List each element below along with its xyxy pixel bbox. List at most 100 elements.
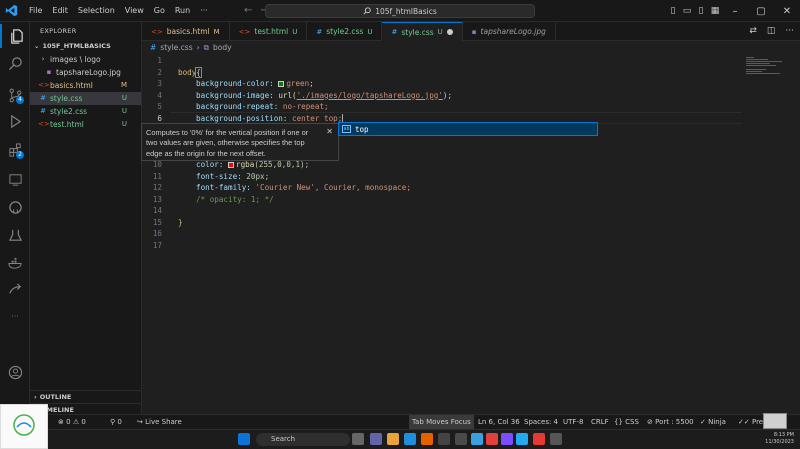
live-share-button[interactable]: ↪ Live Share xyxy=(137,415,182,430)
tab-status: U xyxy=(292,27,298,36)
app-icon[interactable] xyxy=(471,433,483,445)
split-editor-icon[interactable]: ◫ xyxy=(767,26,776,36)
end-of-line[interactable]: CRLF xyxy=(591,415,609,430)
github-icon[interactable] xyxy=(0,195,30,219)
maximize-button[interactable]: ▢ xyxy=(748,0,774,22)
explorer-icon[interactable] xyxy=(0,24,30,48)
minimap-line xyxy=(746,59,768,60)
edge-icon[interactable] xyxy=(404,433,416,445)
tab-tapsharelogo-jpg[interactable]: ▪ tapshareLogo.jpg xyxy=(463,22,556,41)
css-property: font-family: xyxy=(196,183,251,192)
accounts-icon[interactable] xyxy=(0,360,30,384)
compare-changes-icon[interactable]: ⇄ xyxy=(749,26,757,36)
minimap-line xyxy=(746,71,762,72)
run-debug-icon[interactable] xyxy=(0,109,30,133)
ports-indicator[interactable]: ⚲ 0 xyxy=(110,415,122,430)
back-arrow-icon[interactable]: ← xyxy=(244,5,252,16)
system-clock[interactable]: 8:13 PM 11/30/2023 xyxy=(765,432,794,446)
chevron-down-icon: ⌄ xyxy=(34,42,40,50)
app-icon[interactable] xyxy=(455,433,467,445)
language-mode[interactable]: {} CSS xyxy=(614,415,639,430)
vscode-taskbar-icon[interactable] xyxy=(516,433,528,445)
tab-style-css[interactable]: # style.css U xyxy=(382,22,463,41)
live-share-icon[interactable] xyxy=(0,277,30,301)
hover-doc-text: Computes to '0%' for the vertical positi… xyxy=(146,128,309,158)
live-server-port[interactable]: ⊘ Port : 5500 xyxy=(647,415,694,430)
customize-layout-icon[interactable]: ▦ xyxy=(708,0,722,22)
teams-icon[interactable] xyxy=(370,433,382,445)
firefox-icon[interactable] xyxy=(421,433,433,445)
code-editor[interactable]: 1 2 3 4 5 6 10 11 12 13 14 15 16 17 body… xyxy=(142,55,742,413)
menu-selection[interactable]: Selection xyxy=(73,0,120,22)
indentation[interactable]: Spaces: 4 xyxy=(524,415,558,430)
start-button-icon[interactable] xyxy=(238,433,250,445)
tree-item-images-logo[interactable]: › images \ logo xyxy=(30,53,141,66)
css-property: font-size: xyxy=(196,171,242,181)
minimap[interactable] xyxy=(742,55,800,413)
tab-moves-focus[interactable]: Tab Moves Focus xyxy=(409,415,474,430)
close-icon[interactable]: ✕ xyxy=(326,127,333,137)
remote-explorer-icon[interactable] xyxy=(0,167,30,191)
encoding[interactable]: UTF-8 xyxy=(563,415,583,430)
color-swatch-icon[interactable] xyxy=(278,81,285,87)
css-property: background-image: xyxy=(196,90,274,100)
close-window-button[interactable]: ✕ xyxy=(774,0,800,22)
tab-status: U xyxy=(367,27,373,36)
task-view-icon[interactable] xyxy=(352,433,364,445)
line-number: 5 xyxy=(157,102,162,111)
app-icon[interactable] xyxy=(486,433,498,445)
outline-section[interactable]: › OUTLINE xyxy=(30,390,142,402)
tree-item-tapsharelogo[interactable]: ▪ tapshareLogo.jpg xyxy=(30,66,141,79)
docker-icon[interactable] xyxy=(0,251,30,275)
menu-edit[interactable]: Edit xyxy=(47,0,73,22)
cursor-position[interactable]: Ln 6, Col 36 xyxy=(478,415,520,430)
more-actions-icon[interactable]: ··· xyxy=(785,26,794,36)
command-center-search[interactable]: 105f_htmlBasics xyxy=(265,4,535,18)
app-icon[interactable] xyxy=(501,433,513,445)
toggle-secondary-sidebar-icon[interactable]: ▯ xyxy=(694,0,708,22)
css-function: url( xyxy=(278,90,297,100)
html-file-icon: <> xyxy=(151,27,163,36)
ninja-status[interactable]: ✓ Ninja xyxy=(700,415,726,430)
taskbar-search[interactable]: Search xyxy=(256,433,350,446)
breadcrumb-symbol[interactable]: body xyxy=(213,41,232,55)
menu-go[interactable]: Go xyxy=(149,0,170,22)
tab-basics-html[interactable]: <> basics.html M xyxy=(142,22,230,41)
root-folder[interactable]: ⌄ 105F_HTMLBASICS xyxy=(30,40,141,53)
unsaved-dot-icon[interactable] xyxy=(446,29,453,35)
menu-more[interactable]: ··· xyxy=(195,0,213,22)
app-icon[interactable] xyxy=(533,433,545,445)
tree-item-style2-css[interactable]: # style2.css U xyxy=(30,105,141,118)
double-check-icon: ✓✓ xyxy=(738,418,750,426)
tree-item-test-html[interactable]: <> test.html U xyxy=(30,118,141,131)
line-number: 2 xyxy=(157,67,162,77)
suggestion-label[interactable]: top xyxy=(355,125,369,134)
tree-item-style-css[interactable]: # style.css U xyxy=(30,92,141,105)
tab-style2-css[interactable]: # style2.css U xyxy=(307,22,383,41)
menu-file[interactable]: File xyxy=(24,0,47,22)
file-explorer-icon[interactable] xyxy=(387,433,399,445)
toggle-panel-icon[interactable]: ▭ xyxy=(680,0,694,22)
menu-view[interactable]: View xyxy=(120,0,149,22)
breadcrumb-file[interactable]: style.css xyxy=(160,41,192,55)
problems-indicator[interactable]: ⊗ 0 ⚠ 0 xyxy=(58,415,86,430)
minimize-button[interactable]: – xyxy=(722,0,748,22)
store-icon[interactable] xyxy=(438,433,450,445)
css-value[interactable]: './images/logo/tapshareLogo.jpg' xyxy=(297,91,443,100)
tab-test-html[interactable]: <> test.html U xyxy=(230,22,308,41)
tree-item-basics-html[interactable]: <> basics.html M xyxy=(30,79,141,92)
minimap-line xyxy=(746,63,770,64)
bracket: } xyxy=(178,217,183,227)
suggestion-widget[interactable]: ab top xyxy=(338,122,598,136)
toggle-sidebar-icon[interactable]: ▯ xyxy=(666,0,680,22)
search-activity-icon[interactable] xyxy=(0,51,30,75)
tab-status: U xyxy=(437,28,443,36)
more-views-icon[interactable]: ··· xyxy=(0,304,30,328)
testing-icon[interactable] xyxy=(0,223,30,247)
minimap-line xyxy=(746,57,754,58)
color-swatch-icon[interactable] xyxy=(228,162,235,168)
app-icon[interactable] xyxy=(550,433,562,445)
extensions-icon[interactable]: 2 xyxy=(0,138,30,162)
source-control-icon[interactable]: 4 xyxy=(0,83,30,107)
menu-run[interactable]: Run xyxy=(170,0,195,22)
